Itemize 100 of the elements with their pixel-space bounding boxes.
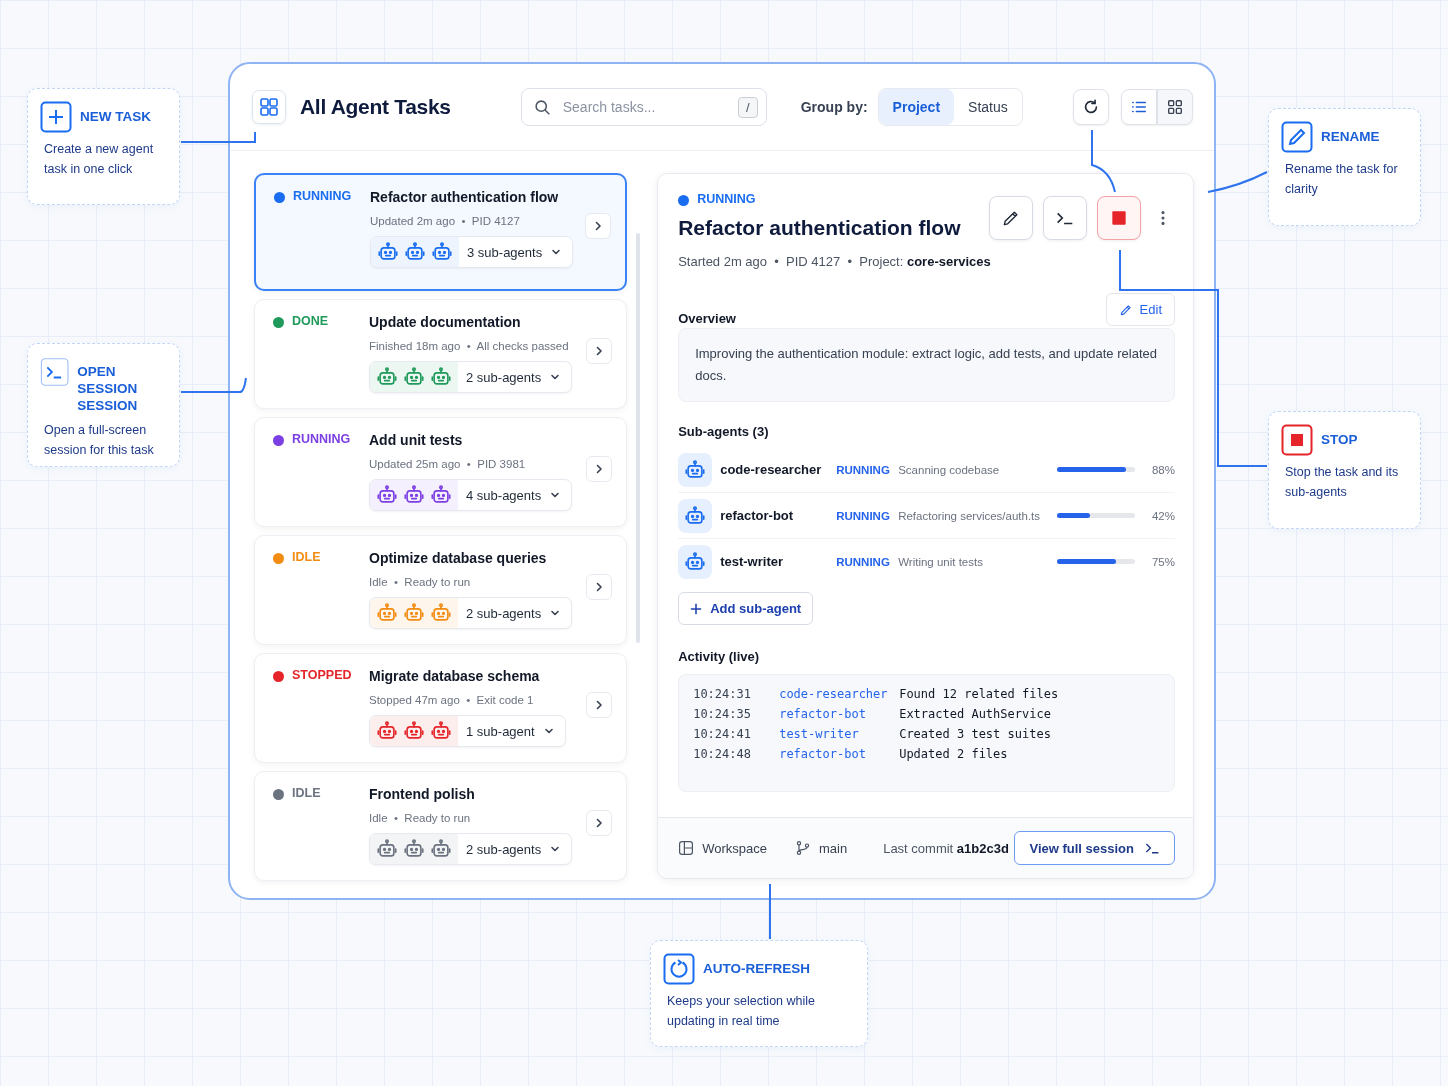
agent-link[interactable]: refactor-bot	[779, 747, 900, 761]
log-message: Created 3 test suites	[899, 727, 1052, 741]
sub-agent-status: RUNNING	[836, 509, 891, 522]
sub-agent-note: Writing unit tests	[898, 555, 984, 568]
task-title: Migrate database schema	[369, 668, 541, 684]
agent-link[interactable]: test-writer	[779, 727, 900, 741]
pencil-icon	[1001, 208, 1021, 228]
sub-agent-note: Scanning codebase	[898, 463, 1001, 476]
sub-agents-dropdown[interactable]: 1 sub-agent	[369, 715, 566, 747]
stop-icon	[1281, 424, 1313, 456]
robot-icon	[403, 720, 425, 742]
robot-icon	[376, 602, 398, 624]
pencil-icon	[1118, 302, 1133, 317]
callout-title: NEW TASK	[80, 108, 151, 125]
task-title: Optimize database queries	[369, 550, 548, 566]
leader-line	[769, 883, 771, 940]
robot-icon	[678, 452, 713, 487]
overview-text: Improving the authentication module: extract logic, add tests, and update related docs.	[678, 328, 1175, 402]
search-field[interactable]: Search tasks... /	[520, 88, 767, 126]
log-message: Updated 2 files	[899, 747, 1009, 761]
workspace-label: Workspace	[702, 840, 767, 856]
log-time: 10:24:48	[693, 747, 752, 761]
task-meta: Idle • Ready to run	[369, 576, 472, 588]
robot-icon	[376, 366, 398, 388]
progress-reading: 88%	[1150, 463, 1175, 476]
shortcut-key: /	[738, 96, 758, 118]
group-by-option[interactable]: Project	[878, 89, 955, 125]
add-sub-agent-button[interactable]: Add sub-agent	[678, 592, 814, 625]
view-full-session-button[interactable]: View full session	[1014, 831, 1175, 865]
list-view-button[interactable]	[1120, 89, 1157, 125]
task-meta: Finished 18m ago • All checks passed	[369, 340, 570, 352]
terminal-icon	[40, 356, 70, 388]
last-commit: Last commit a1b2c3d	[883, 840, 1009, 856]
open-task-button[interactable]	[586, 810, 613, 836]
task-title: Add unit tests	[369, 432, 464, 448]
task-card[interactable]: RUNNING Add unit tests Updated 25m ago • PID 3981 4 sub-agents	[254, 417, 628, 527]
robot-icon	[403, 484, 425, 506]
edit-button[interactable]: Edit	[1105, 293, 1175, 326]
status-label: RUNNING	[293, 189, 352, 203]
log-time: 10:24:35	[693, 707, 752, 721]
sub-agents-dropdown[interactable]: 2 sub-agents	[369, 833, 573, 865]
sub-agents-dropdown[interactable]: 2 sub-agents	[369, 597, 573, 629]
stop-button[interactable]	[1097, 196, 1141, 240]
rename-button[interactable]	[989, 196, 1033, 240]
open-task-button[interactable]	[585, 213, 612, 239]
sub-agent-name: refactor-bot	[719, 508, 795, 523]
robot-icon	[403, 838, 425, 860]
robot-icon	[376, 720, 398, 742]
task-card[interactable]: IDLE Optimize database queries Idle • Ready to run 2 sub-agents	[254, 535, 628, 645]
sub-agents-dropdown[interactable]: 4 sub-agents	[369, 479, 573, 511]
section-heading: Activity (live)	[678, 649, 761, 664]
leader-line	[180, 377, 247, 393]
task-card[interactable]: STOPPED Migrate database schema Stopped 47m ago • Exit code 1 1 sub-agent	[254, 653, 628, 763]
branch-name: main	[818, 840, 848, 856]
task-title: Refactor authentication flow	[370, 189, 560, 205]
task-card[interactable]: IDLE Frontend polish Idle • Ready to run 2 sub-agents	[254, 771, 628, 881]
task-card[interactable]: RUNNING Refactor authentication flow Updated 2m ago • PID 4127 3 sub-agents	[254, 173, 628, 291]
callout-title: RENAME	[1321, 128, 1380, 145]
task-meta: Started 2m ago • PID 4127 • Project: core-services	[678, 254, 992, 269]
progress-reading: 75%	[1150, 555, 1175, 568]
callout-text: Create a new agent task in one click	[44, 141, 155, 178]
sub-agents-dropdown[interactable]: 3 sub-agents	[370, 236, 574, 268]
leader-line	[1207, 171, 1268, 193]
task-meta: Updated 25m ago • PID 3981	[369, 458, 527, 470]
grid-view-button[interactable]	[1156, 89, 1193, 125]
callout-text: Keeps your selection while updating in real time	[667, 993, 816, 1030]
task-title: Refactor authentication flow	[678, 216, 961, 240]
sub-agents-dropdown[interactable]: 2 sub-agents	[369, 361, 573, 393]
sub-agent-status: RUNNING	[836, 463, 891, 476]
task-meta: Updated 2m ago • PID 4127	[370, 215, 521, 227]
callout-title: OPEN SESSION SESSION	[77, 363, 139, 414]
callout-title: STOP	[1321, 431, 1358, 448]
task-meta: Idle • Ready to run	[369, 812, 472, 824]
task-title: Frontend polish	[369, 786, 476, 802]
robot-icon	[403, 366, 425, 388]
robot-icon	[430, 484, 452, 506]
refresh-button[interactable]	[1072, 89, 1109, 125]
sub-agent-name: test-writer	[719, 554, 785, 569]
open-task-button[interactable]	[586, 338, 613, 364]
group-by-option[interactable]: Status	[954, 89, 1022, 125]
kebab-icon	[1160, 209, 1166, 227]
log-time: 10:24:41	[693, 727, 752, 741]
robot-icon	[377, 241, 399, 263]
open-task-button[interactable]	[586, 456, 613, 482]
callout-text: Stop the task and its sub-agents	[1285, 464, 1400, 501]
log-time: 10:24:31	[693, 687, 752, 701]
status-label: DONE	[292, 314, 329, 328]
stop-icon	[1109, 208, 1129, 228]
task-card[interactable]: DONE Update documentation Finished 18m ago • All checks passed 2 sub-agents	[254, 299, 628, 409]
terminal-button[interactable]	[1043, 196, 1087, 240]
leader-line	[1091, 129, 1116, 193]
robot-icon	[376, 838, 398, 860]
open-task-button[interactable]	[586, 574, 613, 600]
robot-icon	[431, 241, 453, 263]
search-input[interactable]: Search tasks...	[560, 98, 729, 116]
dashboard-icon	[252, 90, 286, 124]
open-task-button[interactable]	[586, 692, 613, 718]
robot-icon	[430, 602, 452, 624]
agent-link[interactable]: refactor-bot	[779, 707, 900, 721]
agent-link[interactable]: code-researcher	[779, 687, 900, 701]
